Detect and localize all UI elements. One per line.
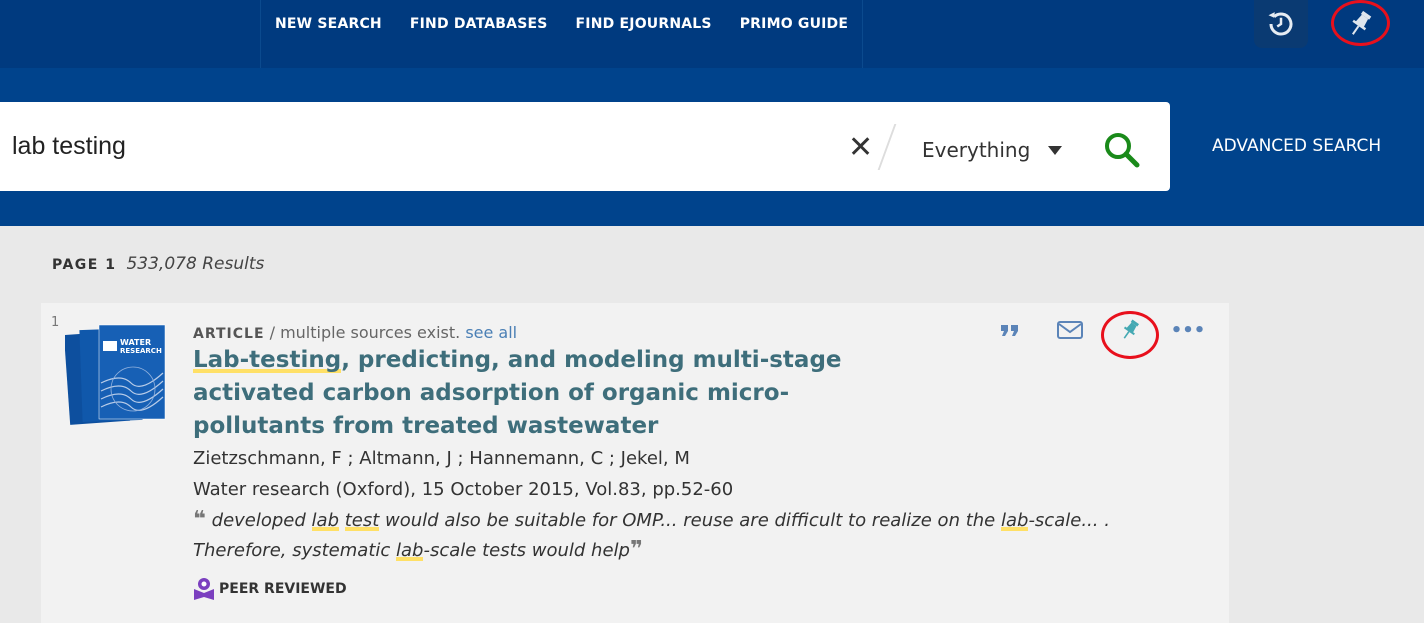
svg-text:WATER: WATER bbox=[120, 338, 151, 347]
annotation-circle bbox=[1101, 311, 1159, 359]
clear-search-icon[interactable]: ✕ bbox=[848, 130, 873, 165]
journal-cover-thumbnail: WATER RESEARCH bbox=[65, 324, 166, 425]
cite-icon bbox=[1001, 325, 1018, 336]
peer-reviewed-icon bbox=[194, 578, 214, 600]
nav-primo-guide[interactable]: PRIMO GUIDE bbox=[726, 0, 862, 68]
see-all-link[interactable]: see all bbox=[465, 323, 517, 342]
more-icon: ••• bbox=[1170, 319, 1206, 341]
snippet-text bbox=[339, 510, 345, 531]
divider bbox=[877, 124, 897, 170]
results-header: PAGE 1 533,078 Results bbox=[52, 254, 264, 274]
search-bar: ✕ Everything bbox=[0, 102, 1170, 191]
result-snippet: ❝ developed lab test would also be suita… bbox=[193, 505, 1153, 565]
result-type: ARTICLE bbox=[193, 326, 265, 342]
scope-select[interactable]: Everything bbox=[922, 138, 1030, 162]
search-icon[interactable] bbox=[1102, 130, 1142, 170]
email-icon bbox=[1057, 321, 1083, 339]
nav-new-search[interactable]: NEW SEARCH bbox=[261, 0, 396, 68]
snippet-text: developed bbox=[205, 510, 312, 531]
history-icon bbox=[1268, 12, 1293, 36]
results-count: 533,078 Results bbox=[126, 254, 265, 274]
open-quote-icon: ❝ bbox=[193, 507, 206, 532]
top-bar: NEW SEARCH FIND DATABASES FIND EJOURNALS… bbox=[0, 0, 1424, 68]
annotation-circle bbox=[1331, 0, 1390, 46]
result-index: 1 bbox=[51, 315, 60, 330]
cite-button[interactable] bbox=[994, 317, 1026, 343]
nav-find-ejournals[interactable]: FIND EJOURNALS bbox=[562, 0, 726, 68]
result-authors: Zietzschmann, F ; Altmann, J ; Hannemann… bbox=[193, 448, 690, 469]
chevron-down-icon[interactable] bbox=[1048, 146, 1062, 155]
result-title-link[interactable]: Lab-testing, predicting, and modeling mu… bbox=[193, 344, 883, 443]
search-input[interactable] bbox=[12, 132, 812, 161]
result-content: ARTICLE / multiple sources exist. see al… bbox=[193, 323, 1153, 601]
snippet-highlight: test bbox=[344, 510, 380, 531]
close-quote-icon: ❞ bbox=[629, 537, 643, 562]
main-nav: NEW SEARCH FIND DATABASES FIND EJOURNALS… bbox=[260, 0, 864, 68]
email-button[interactable] bbox=[1054, 317, 1086, 343]
search-history-button[interactable] bbox=[1254, 0, 1308, 48]
snippet-highlight: lab bbox=[1000, 510, 1029, 531]
peer-reviewed-badge: PEER REVIEWED bbox=[193, 577, 1153, 601]
page-label: PAGE 1 bbox=[52, 257, 117, 273]
more-actions-button[interactable]: ••• bbox=[1170, 317, 1206, 343]
result-item[interactable]: 1 WATER RESEARCH ARTICLE / multiple sour… bbox=[41, 303, 1229, 623]
snippet-highlight: lab bbox=[311, 510, 339, 531]
snippet-text: would also be suitable for OMP... reuse … bbox=[379, 510, 1001, 531]
peer-reviewed-label: PEER REVIEWED bbox=[219, 581, 347, 597]
result-source: Water research (Oxford), 15 October 2015… bbox=[193, 479, 734, 500]
snippet-text: -scale tests would help bbox=[423, 540, 630, 561]
title-highlight: Lab-testing bbox=[193, 347, 342, 373]
sources-text: / multiple sources exist. bbox=[264, 323, 466, 342]
advanced-search-link[interactable]: ADVANCED SEARCH bbox=[1212, 136, 1381, 156]
nav-find-databases[interactable]: FIND DATABASES bbox=[396, 0, 562, 68]
svg-text:RESEARCH: RESEARCH bbox=[120, 347, 162, 355]
snippet-highlight: lab bbox=[396, 540, 424, 561]
